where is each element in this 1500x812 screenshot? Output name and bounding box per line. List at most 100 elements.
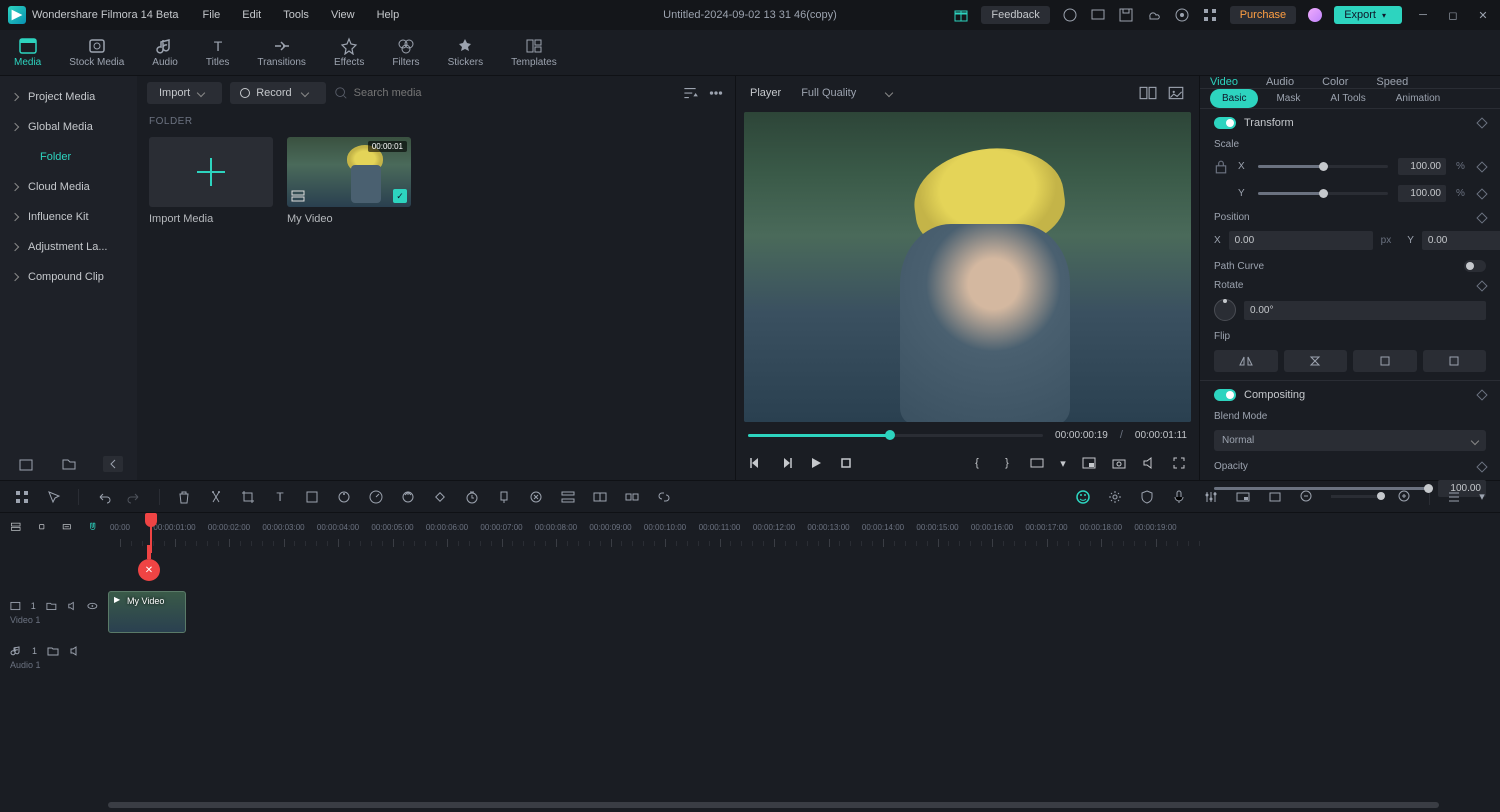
ribbon-titles[interactable]: TTitles bbox=[206, 37, 230, 68]
gear-icon[interactable] bbox=[1107, 489, 1123, 505]
speed-icon[interactable] bbox=[368, 489, 384, 505]
link-track-icon[interactable] bbox=[36, 521, 48, 536]
next-frame-icon[interactable] bbox=[778, 455, 794, 471]
lock-icon[interactable] bbox=[1214, 160, 1228, 174]
crop-clip-icon[interactable] bbox=[304, 489, 320, 505]
new-bin-icon[interactable] bbox=[18, 456, 34, 472]
fullscreen-icon[interactable] bbox=[1171, 455, 1187, 471]
smile-icon[interactable] bbox=[1075, 489, 1091, 505]
ratio-icon[interactable] bbox=[1029, 455, 1045, 471]
record-button[interactable]: Record bbox=[230, 82, 325, 104]
keyframe-icon[interactable] bbox=[432, 489, 448, 505]
progress-slider[interactable] bbox=[748, 434, 1043, 437]
sidebar-item-global-media[interactable]: Global Media bbox=[0, 112, 137, 142]
video-track-icon[interactable] bbox=[10, 600, 21, 612]
view-mode-icon[interactable] bbox=[1446, 489, 1462, 505]
text-icon[interactable]: T bbox=[272, 489, 288, 505]
scale-y-slider[interactable] bbox=[1258, 192, 1388, 195]
gift-icon[interactable] bbox=[953, 7, 969, 23]
menu-edit[interactable]: Edit bbox=[242, 9, 261, 21]
maximize-button[interactable]: ◻ bbox=[1444, 6, 1462, 24]
prev-frame-icon[interactable] bbox=[748, 455, 764, 471]
tab-video[interactable]: Video bbox=[1210, 76, 1238, 88]
zoom-out-icon[interactable] bbox=[1299, 489, 1315, 505]
track-folder-icon[interactable] bbox=[47, 645, 59, 657]
save-icon[interactable] bbox=[1118, 7, 1134, 23]
keyframe-diamond-icon[interactable] bbox=[1476, 280, 1487, 291]
import-button[interactable]: Import bbox=[147, 82, 222, 104]
ribbon-effects[interactable]: Effects bbox=[334, 37, 364, 68]
sidebar-item-adjustment-layer[interactable]: Adjustment La... bbox=[0, 232, 137, 262]
sidebar-item-project-media[interactable]: Project Media bbox=[0, 82, 137, 112]
compositing-toggle[interactable] bbox=[1214, 389, 1236, 401]
playhead[interactable] bbox=[150, 519, 152, 553]
opacity-slider[interactable] bbox=[1214, 487, 1428, 490]
shield-icon[interactable] bbox=[1139, 489, 1155, 505]
chevron-down-icon[interactable]: ▾ bbox=[1478, 489, 1486, 505]
menu-view[interactable]: View bbox=[331, 9, 355, 21]
rotate-input[interactable] bbox=[1244, 301, 1486, 320]
position-x-input[interactable] bbox=[1229, 231, 1373, 250]
compare-icon[interactable] bbox=[1139, 84, 1157, 102]
mute-icon[interactable] bbox=[69, 645, 81, 657]
magnet-icon[interactable] bbox=[87, 521, 99, 536]
flip-horizontal-icon[interactable] bbox=[1214, 350, 1278, 372]
ai-icon[interactable] bbox=[528, 489, 544, 505]
ribbon-filters[interactable]: Filters bbox=[392, 37, 419, 68]
tab-speed[interactable]: Speed bbox=[1376, 76, 1408, 88]
preview-viewport[interactable] bbox=[744, 112, 1191, 422]
scale-x-input[interactable] bbox=[1398, 158, 1446, 175]
mark-in-icon[interactable]: { bbox=[969, 455, 985, 471]
group-icon[interactable] bbox=[592, 489, 608, 505]
keyframe-diamond-icon[interactable] bbox=[1476, 212, 1487, 223]
ribbon-templates[interactable]: Templates bbox=[511, 37, 557, 68]
redo-icon[interactable] bbox=[127, 489, 143, 505]
keyframe-diamond-icon[interactable] bbox=[1476, 117, 1487, 128]
rotate-ccw-icon[interactable] bbox=[1353, 350, 1417, 372]
split-icon[interactable] bbox=[208, 489, 224, 505]
transform-toggle[interactable] bbox=[1214, 117, 1236, 129]
keyframe-diamond-icon[interactable] bbox=[1476, 461, 1487, 472]
search-input[interactable] bbox=[354, 87, 673, 99]
more-icon[interactable] bbox=[707, 84, 725, 102]
subtab-basic[interactable]: Basic bbox=[1210, 89, 1258, 108]
flip-vertical-icon[interactable] bbox=[1284, 350, 1348, 372]
render-icon[interactable] bbox=[1235, 489, 1251, 505]
menu-help[interactable]: Help bbox=[377, 9, 400, 21]
zoom-slider[interactable] bbox=[1331, 495, 1381, 498]
menu-file[interactable]: File bbox=[203, 9, 221, 21]
subtab-ai-tools[interactable]: AI Tools bbox=[1318, 89, 1377, 108]
scale-y-input[interactable] bbox=[1398, 185, 1446, 202]
mic-icon[interactable] bbox=[1171, 489, 1187, 505]
ribbon-stickers[interactable]: Stickers bbox=[448, 37, 484, 68]
link-icon[interactable] bbox=[656, 489, 672, 505]
mute-icon[interactable] bbox=[67, 600, 78, 612]
export-button[interactable]: Export▾ bbox=[1334, 6, 1402, 24]
feedback-button[interactable]: Feedback bbox=[981, 6, 1049, 24]
expand-icon[interactable] bbox=[1267, 489, 1283, 505]
undo-icon[interactable] bbox=[95, 489, 111, 505]
tab-audio[interactable]: Audio bbox=[1266, 76, 1294, 88]
sync-icon[interactable] bbox=[1062, 7, 1078, 23]
picture-icon[interactable] bbox=[1167, 84, 1185, 102]
volume-icon[interactable] bbox=[1141, 455, 1157, 471]
subtab-mask[interactable]: Mask bbox=[1264, 89, 1312, 108]
menu-tools[interactable]: Tools bbox=[283, 9, 309, 21]
visibility-icon[interactable] bbox=[87, 600, 98, 612]
sidebar-item-folder[interactable]: Folder bbox=[0, 142, 137, 172]
minimize-button[interactable]: ─ bbox=[1414, 6, 1432, 24]
quality-dropdown[interactable]: Full Quality bbox=[801, 87, 892, 99]
timeline-ruler[interactable]: 00:0000:00:01:0000:00:02:0000:00:03:0000… bbox=[108, 513, 1500, 553]
audio-track-note-icon[interactable] bbox=[10, 645, 22, 657]
blend-mode-select[interactable]: Normal bbox=[1214, 430, 1486, 451]
ribbon-transitions[interactable]: Transitions bbox=[257, 37, 306, 68]
ribbon-stock-media[interactable]: Stock Media bbox=[69, 37, 124, 68]
position-y-input[interactable] bbox=[1422, 231, 1500, 250]
notification-icon[interactable] bbox=[1174, 7, 1190, 23]
zoom-in-icon[interactable] bbox=[1397, 489, 1413, 505]
snapshot-icon[interactable] bbox=[1111, 455, 1127, 471]
ribbon-media[interactable]: Media bbox=[14, 37, 41, 68]
audio-track-icon[interactable] bbox=[61, 521, 73, 536]
timeline-clip[interactable]: My Video bbox=[108, 591, 186, 633]
avatar[interactable] bbox=[1308, 8, 1322, 22]
